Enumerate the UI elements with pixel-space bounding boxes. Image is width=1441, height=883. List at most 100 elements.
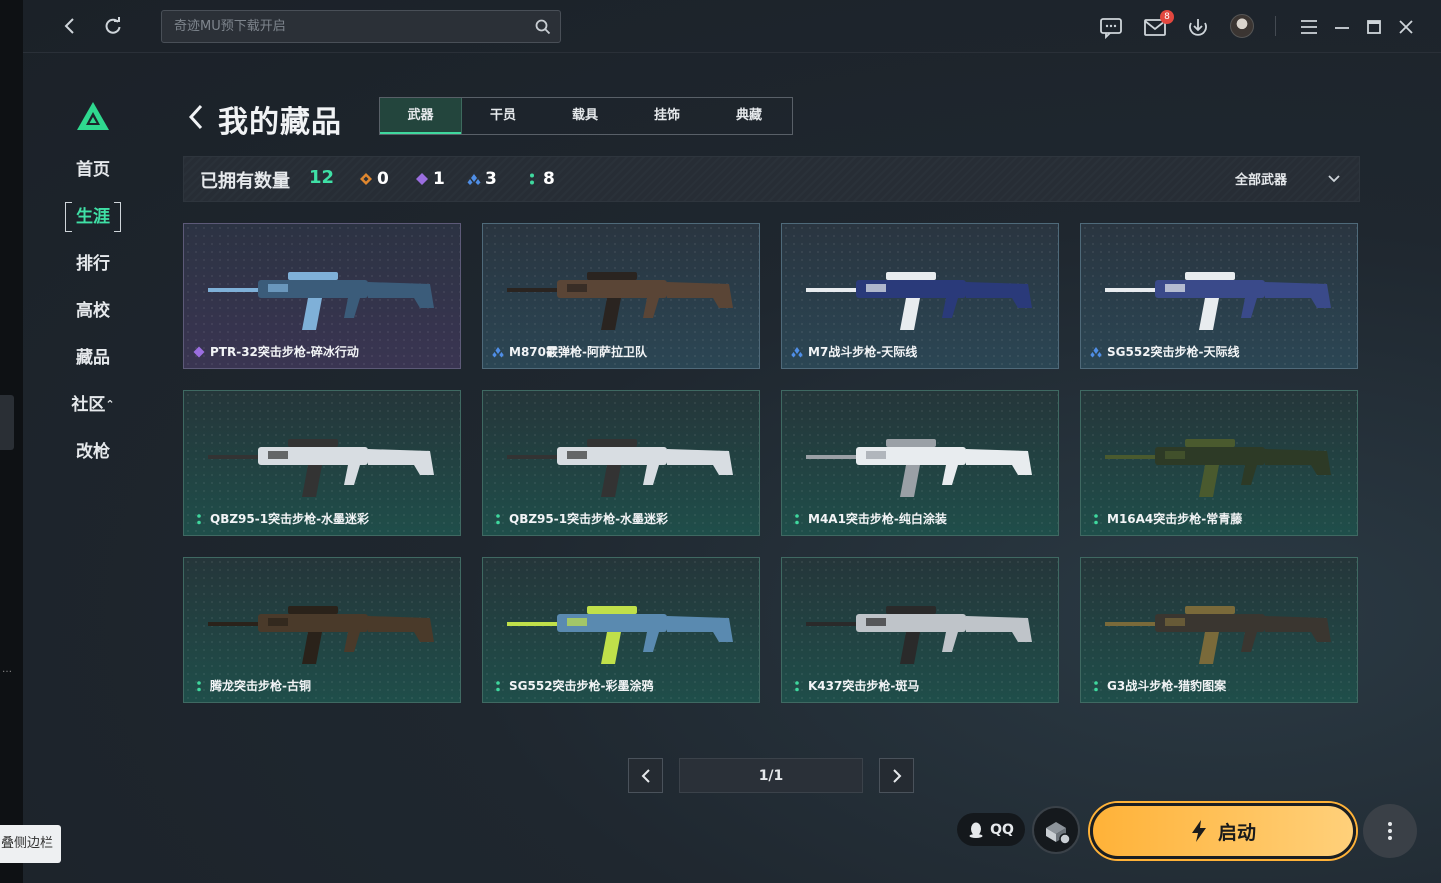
avatar[interactable]: [1230, 14, 1254, 38]
owned-count-value: 12: [309, 167, 335, 188]
game-library-button[interactable]: [1032, 806, 1080, 854]
weapon-name: M870霰弹枪-阿萨拉卫队: [509, 345, 647, 359]
weapon-name: 腾龙突击步枪-古铜: [210, 679, 311, 693]
weapon-card[interactable]: M870霰弹枪-阿萨拉卫队: [482, 223, 760, 369]
qq-label: QQ: [990, 821, 1014, 838]
weapon-card[interactable]: M7战斗步枪-天际线: [781, 223, 1059, 369]
rifle-icon: [806, 272, 1032, 330]
chevron-down-icon: [1328, 174, 1340, 182]
page-back-icon[interactable]: [185, 100, 207, 134]
title-bar: 8: [23, 0, 1441, 53]
back-icon[interactable]: [55, 12, 83, 40]
blue-diamond-icon: [467, 174, 481, 185]
rifle-icon: [806, 606, 1032, 664]
rarity-green-icon: [197, 681, 201, 692]
tab-operators[interactable]: 干员: [462, 98, 544, 134]
rarity-count: 3: [485, 169, 497, 189]
rarity-green-icon: [795, 681, 799, 692]
rarity-blue-count: 3: [467, 169, 497, 189]
weapon-name: QBZ95-1突击步枪-水墨迷彩: [210, 512, 370, 526]
weapon-card[interactable]: M16A4突击步枪-常青藤: [1080, 390, 1358, 536]
left-edge-strip: …: [0, 0, 23, 883]
weapon-card[interactable]: 腾龙突击步枪-古铜: [183, 557, 461, 703]
minimize-icon[interactable]: [1329, 14, 1355, 40]
sidebar-item-college[interactable]: 高校: [63, 296, 123, 326]
lightning-icon: [1191, 820, 1206, 842]
close-icon[interactable]: [1393, 14, 1419, 40]
rarity-count: 8: [543, 169, 555, 189]
rarity-count: 1: [433, 169, 445, 189]
chat-icon[interactable]: [1098, 14, 1124, 40]
weapon-card[interactable]: M4A1突击步枪-纯白涂装: [781, 390, 1059, 536]
rarity-green-icon: [496, 681, 500, 692]
search-icon[interactable]: [534, 18, 552, 36]
rifle-icon: [208, 272, 434, 330]
weapon-card[interactable]: K437突击步枪-斑马: [781, 557, 1059, 703]
refresh-icon[interactable]: [99, 12, 127, 40]
download-icon[interactable]: [1185, 14, 1211, 40]
game-box-icon: [1046, 822, 1071, 845]
qq-button[interactable]: QQ: [957, 813, 1025, 846]
purple-diamond-icon: [416, 173, 428, 185]
menu-icon[interactable]: [1296, 14, 1322, 40]
rarity-count: 0: [377, 169, 389, 189]
ellipsis-icon: …: [2, 664, 12, 675]
weapon-card[interactable]: PTR-32突击步枪-碎冰行动: [183, 223, 461, 369]
prev-page-button[interactable]: [628, 758, 663, 793]
rarity-green-icon: [795, 514, 799, 525]
divider: [1275, 16, 1276, 36]
ownership-summary-bar: 已拥有数量 12 0 1 3 8 全部武器: [183, 156, 1360, 202]
sidebar-item-label: 生涯: [76, 207, 110, 227]
rarity-blue-icon: [1090, 347, 1102, 358]
tab-charms[interactable]: 挂饰: [626, 98, 708, 134]
weapon-name: G3战斗步枪-猎豹图案: [1107, 679, 1227, 693]
sidebar-item-ranking[interactable]: 排行: [63, 249, 123, 279]
rarity-green-icon: [197, 514, 201, 525]
weapon-filter-dropdown[interactable]: 全部武器: [1235, 169, 1341, 188]
qq-penguin-icon: [969, 822, 983, 838]
next-page-button[interactable]: [879, 758, 914, 793]
sidebar-item-modify-gun[interactable]: 改枪: [63, 437, 123, 467]
vertical-dots-icon: [1388, 822, 1392, 840]
rarity-blue-icon: [791, 347, 803, 358]
green-dots-icon: [530, 173, 534, 185]
rarity-green-count: 8: [525, 169, 555, 189]
weapon-name: M16A4突击步枪-常青藤: [1107, 512, 1243, 526]
weapon-name: SG552突击步枪-天际线: [1107, 345, 1240, 359]
weapon-card[interactable]: SG552突击步枪-彩墨涂鸦: [482, 557, 760, 703]
mail-button[interactable]: 8: [1142, 10, 1174, 40]
collapse-sidebar-button[interactable]: 叠侧边栏: [0, 825, 61, 863]
rarity-purple-count: 1: [415, 169, 445, 189]
rifle-icon: [507, 606, 733, 664]
launch-button[interactable]: 启动: [1090, 803, 1356, 859]
chevron-up-icon: ⌃: [105, 398, 115, 411]
search-input[interactable]: [162, 11, 522, 42]
weapon-card[interactable]: QBZ95-1突击步枪-水墨迷彩: [183, 390, 461, 536]
rifle-icon: [806, 439, 1032, 497]
tab-weapons[interactable]: 武器: [380, 98, 462, 134]
weapon-name: PTR-32突击步枪-碎冰行动: [210, 345, 359, 359]
tab-collector[interactable]: 典藏: [708, 98, 790, 134]
owned-count-label: 已拥有数量: [200, 171, 290, 192]
sidebar-handle[interactable]: [0, 395, 14, 450]
more-options-button[interactable]: [1363, 804, 1417, 858]
rifle-icon: [1105, 606, 1331, 664]
page-indicator: 1/1: [679, 758, 863, 793]
weapon-card[interactable]: SG552突击步枪-天际线: [1080, 223, 1358, 369]
search-box[interactable]: [161, 10, 561, 43]
rarity-green-icon: [1094, 681, 1098, 692]
sidebar-item-career[interactable]: 生涯: [63, 202, 123, 232]
sidebar-item-community[interactable]: 社区⌃: [63, 390, 123, 420]
weapon-name: SG552突击步枪-彩墨涂鸦: [509, 679, 654, 693]
tab-vehicles[interactable]: 载具: [544, 98, 626, 134]
chevron-left-icon: [641, 768, 650, 783]
rarity-green-icon: [1094, 514, 1098, 525]
page-title: 我的藏品: [218, 105, 342, 140]
weapon-card[interactable]: G3战斗步枪-猎豹图案: [1080, 557, 1358, 703]
maximize-icon[interactable]: [1361, 14, 1387, 40]
app-logo-icon: [77, 102, 109, 130]
sidebar-item-home[interactable]: 首页: [63, 155, 123, 185]
weapon-card[interactable]: QBZ95-1突击步枪-水墨迷彩: [482, 390, 760, 536]
category-tabs: 武器 干员 载具 挂饰 典藏: [379, 97, 793, 135]
sidebar-item-collection[interactable]: 藏品: [63, 343, 123, 373]
